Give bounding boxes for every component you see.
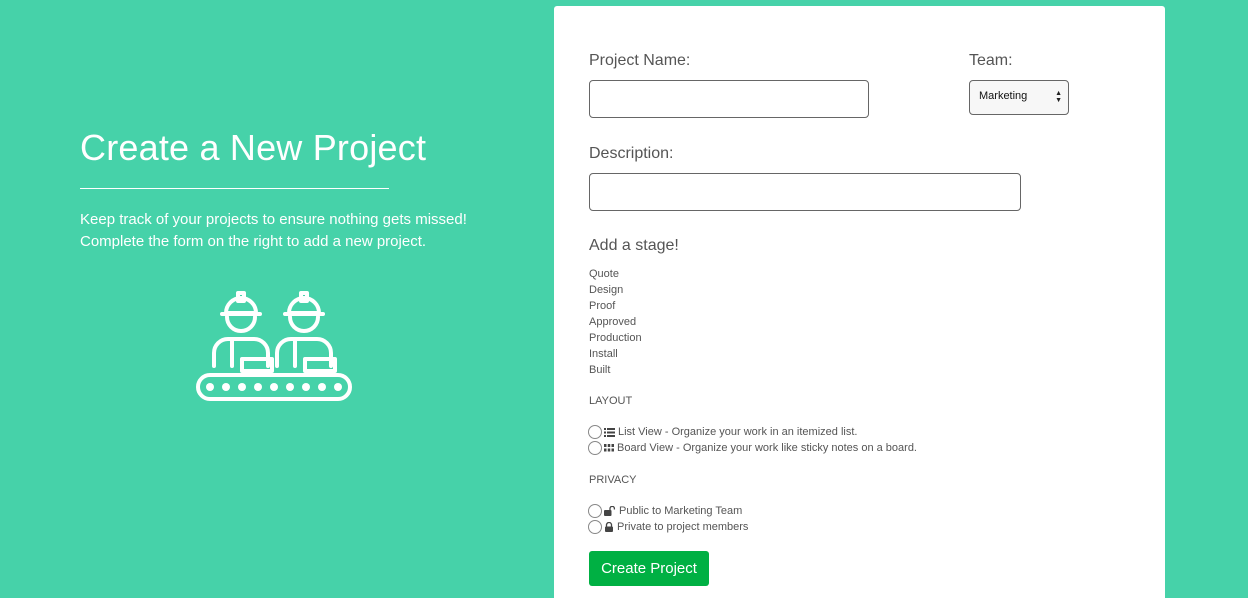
title-divider <box>80 188 389 189</box>
team-label: Team: <box>969 52 1013 69</box>
stage-item[interactable]: Proof <box>589 298 642 314</box>
team-select[interactable]: Marketing ▲ ▼ <box>969 80 1069 115</box>
privacy-option-public[interactable]: Public to Marketing Team <box>588 503 742 519</box>
hero-section: Create a New Project Keep track of your … <box>80 124 500 401</box>
public-radio[interactable] <box>588 504 602 518</box>
public-label: Public to Marketing Team <box>619 505 743 517</box>
stage-item[interactable]: Design <box>589 282 642 298</box>
page-title: Create a New Project <box>80 127 427 168</box>
grid-icon <box>604 444 614 452</box>
board-view-label: Board View - Organize your work like sti… <box>617 442 917 454</box>
lock-icon <box>605 522 613 532</box>
stage-list: Quote Design Proof Approved Production I… <box>589 266 642 378</box>
privacy-heading: PRIVACY <box>589 474 637 486</box>
description-input[interactable] <box>589 173 1021 211</box>
stage-item[interactable]: Quote <box>589 266 642 282</box>
description-label: Description: <box>589 145 674 162</box>
hero-line-1: Keep track of your projects to ensure no… <box>80 211 467 228</box>
layout-option-list[interactable]: List View - Organize your work in an ite… <box>588 424 857 440</box>
stage-item[interactable]: Install <box>589 346 642 362</box>
private-radio[interactable] <box>588 520 602 534</box>
privacy-option-private[interactable]: Private to project members <box>588 519 748 535</box>
create-project-button[interactable]: Create Project <box>589 551 709 586</box>
select-arrows-icon: ▲ ▼ <box>1055 90 1062 104</box>
workers-illustration-icon <box>196 291 352 401</box>
stage-item[interactable]: Production <box>589 330 642 346</box>
board-view-radio[interactable] <box>588 441 602 455</box>
layout-heading: LAYOUT <box>589 395 633 407</box>
project-name-input[interactable] <box>589 80 869 118</box>
unlock-icon <box>604 506 616 516</box>
project-form-card: Project Name: Team: Marketing ▲ ▼ Descrip… <box>554 6 1165 598</box>
team-selected-value: Marketing <box>979 90 1028 102</box>
hero-line-2: Complete the form on the right to add a … <box>80 233 427 250</box>
stage-heading: Add a stage! <box>589 237 679 254</box>
list-icon <box>604 427 615 437</box>
layout-option-board[interactable]: Board View - Organize your work like sti… <box>588 440 917 456</box>
list-view-radio[interactable] <box>588 425 602 439</box>
stage-item[interactable]: Approved <box>589 314 642 330</box>
stage-item[interactable]: Built <box>589 362 642 378</box>
project-name-label: Project Name: <box>589 52 691 69</box>
list-view-label: List View - Organize your work in an ite… <box>618 426 858 438</box>
private-label: Private to project members <box>617 521 749 533</box>
hero-description: Keep track of your projects to ensure no… <box>80 209 500 253</box>
